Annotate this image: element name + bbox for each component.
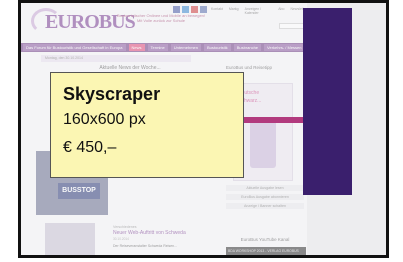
article-date: 30.10.2014 <box>113 237 129 241</box>
toplink[interactable]: Kontakt <box>211 7 223 15</box>
article-teaser: Verschiedenes Neuer Web-Auftritt von Sch… <box>113 225 223 248</box>
youtube-icon[interactable] <box>191 6 198 13</box>
eurobus-logo[interactable]: EUROBUS <box>31 8 136 34</box>
sidebar-link[interactable]: Aktuelle Ausgabe lesen <box>226 185 304 191</box>
nav-item-unternehmen[interactable]: Unternehmen <box>170 44 201 51</box>
nav-item-termine[interactable]: Termine <box>147 44 168 51</box>
nav-item-forum[interactable]: Das Forum für Bustouristik und Gesellsch… <box>23 44 126 51</box>
facebook-icon[interactable] <box>173 6 180 13</box>
nav-item-busbranche[interactable]: Busbranche <box>233 44 262 51</box>
skyscraper-ad-slot <box>303 8 352 195</box>
ad-format-name: Skyscraper <box>63 84 161 104</box>
sidebar-heading: EuroBus und Reisetipp <box>226 65 273 70</box>
sidebar-link[interactable]: Anzeige / Banner schalten <box>226 203 304 209</box>
social-icons <box>173 6 207 13</box>
youtube-video-bar[interactable]: BDA WORKSHOP 2013 - VERLAG EUROBUS <box>226 247 306 255</box>
toplink[interactable]: Markg <box>229 7 239 15</box>
main-nav: Das Forum für Bustouristik und Gesellsch… <box>21 43 326 52</box>
youtube-heading: EuroBus YouTube Kanal <box>240 237 290 242</box>
nav-item-bustouristik[interactable]: Bustouristik <box>204 44 231 51</box>
sidebar-links: Aktuelle Ausgabe lesen EuroBus Ausgabe a… <box>226 185 304 212</box>
twitter-icon[interactable] <box>182 6 189 13</box>
news-heading: Aktuelle News der Woche... <box>99 65 161 71</box>
toplink[interactable]: Abo <box>278 7 284 15</box>
ad-format-price: € 450,– <box>63 139 117 156</box>
nav-item-messen[interactable]: Verkehrs- / Messen <box>264 44 305 51</box>
top-links: Kontakt Markg Anzeigen / Kalender Abo Ne… <box>211 7 307 15</box>
toplink[interactable]: Anzeigen / Kalender <box>245 7 273 15</box>
nav-item-news[interactable]: News <box>128 44 145 51</box>
article-body: Der Reiseveranstalter Schweda Reisen... <box>113 244 178 248</box>
ad-format-callout: Skyscraper 160x600 px € 450,– <box>50 72 244 178</box>
article-title[interactable]: Neuer Web-Auftritt von Schweda <box>113 230 223 236</box>
sidebar-link[interactable]: EuroBus Ausgabe abonnieren <box>226 194 304 200</box>
date-bar: Montag, den 30.10.2014 <box>41 55 191 62</box>
rss-icon[interactable] <box>200 6 207 13</box>
article-kicker: Verschiedenes <box>113 225 137 229</box>
article-image[interactable] <box>45 223 95 255</box>
busstop-sign: BUSSTOP <box>58 183 100 199</box>
site-tagline: Bustouristischer Onlinee und Mobile an b… <box>116 13 206 23</box>
ad-format-size: 160x600 px <box>63 111 146 128</box>
